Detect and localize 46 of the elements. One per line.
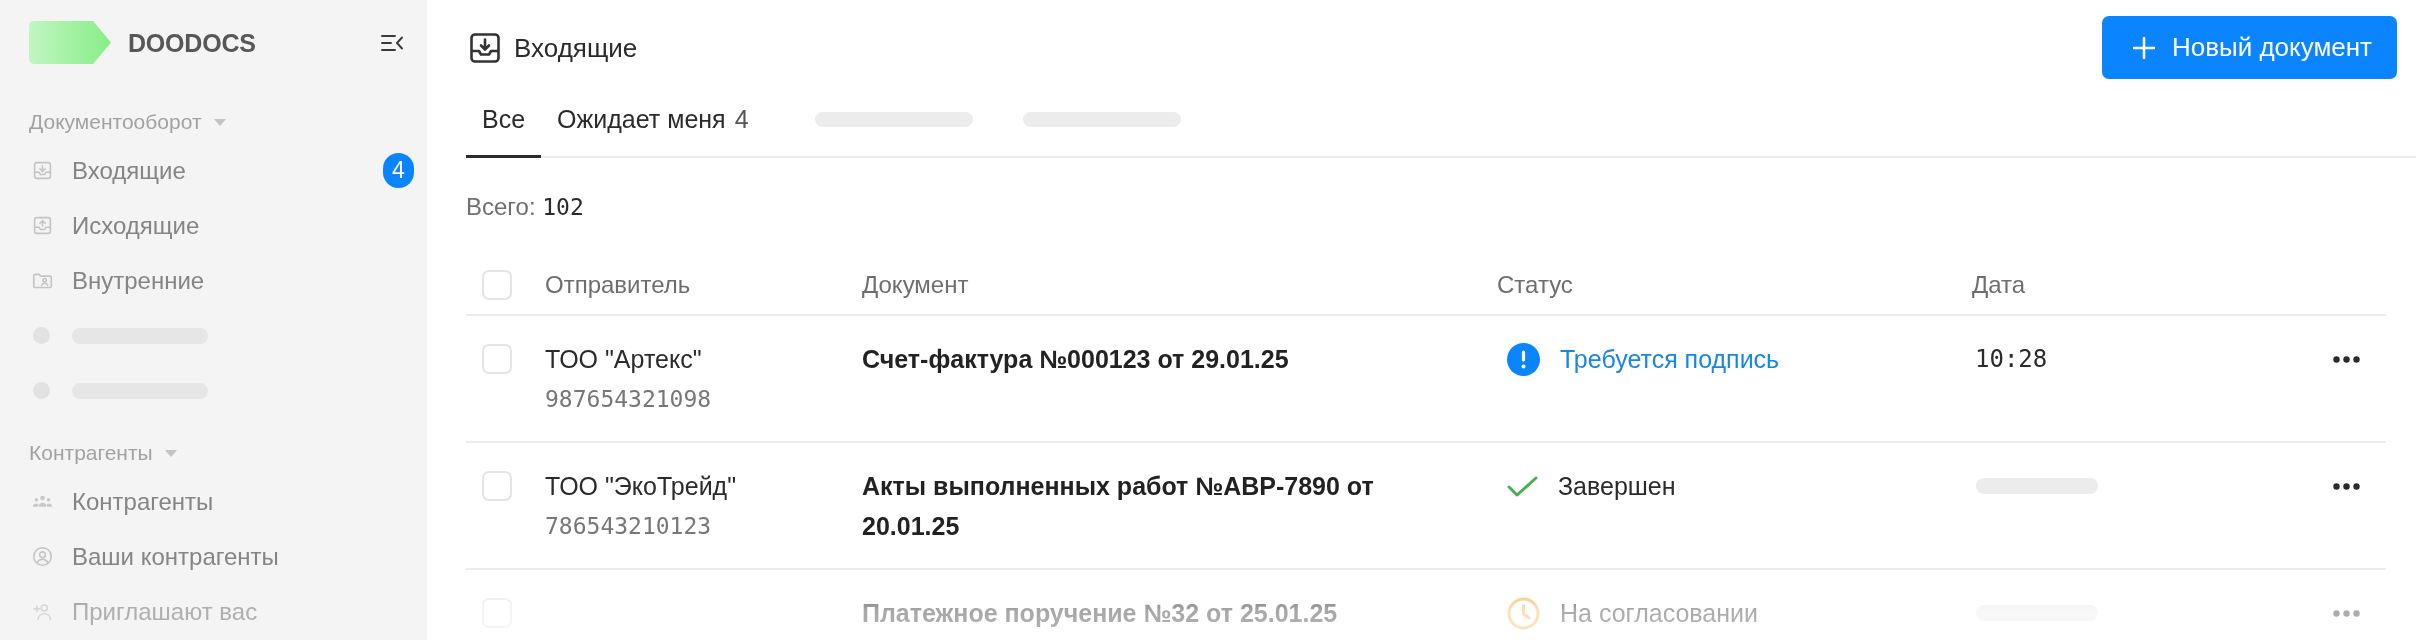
- row-checkbox[interactable]: [482, 344, 512, 374]
- sender-name: ТОО "Артекс": [545, 344, 702, 375]
- menu-collapse-icon[interactable]: [381, 33, 403, 52]
- sidebar-item[interactable]: Входящие: [29, 155, 186, 186]
- plus-icon: [2132, 36, 2155, 59]
- tab[interactable]: Ожидает меня 4: [541, 90, 765, 158]
- sender-id: 786543210123: [545, 512, 712, 541]
- sidebar-item[interactable]: Приглашают вас: [29, 596, 258, 627]
- section-header[interactable]: Документооборот: [29, 107, 226, 137]
- sidebar-item[interactable]: Ваши контрагенты: [29, 541, 279, 572]
- sidebar-item[interactable]: Контрагенты: [29, 486, 214, 517]
- status-label: На согласовании: [1560, 598, 1758, 629]
- logo-icon: [29, 21, 111, 64]
- count-badge: 4: [383, 153, 414, 188]
- row-checkbox[interactable]: [482, 471, 512, 501]
- column-header: Статус: [1497, 270, 1573, 298]
- status-label: Завершен: [1558, 471, 1676, 502]
- inbox-icon: [32, 160, 53, 181]
- column-header: Отправитель: [545, 270, 691, 298]
- logo-text: DOODOCS: [128, 27, 256, 58]
- sender-name: ТОО "ЭкоТрейд": [545, 471, 737, 502]
- alert-icon: [1507, 342, 1540, 376]
- status-label: Требуется подпись: [1560, 344, 1780, 375]
- section-header[interactable]: Контрагенты: [29, 438, 177, 468]
- select-all-checkbox[interactable]: [482, 269, 512, 300]
- outbox-icon: [32, 215, 53, 236]
- user-circle-icon: [32, 546, 53, 567]
- sidebar-item[interactable]: Внутренние: [29, 265, 205, 296]
- column-header: Документ: [862, 270, 969, 298]
- add-user-icon: [32, 601, 53, 622]
- sender-id: 987654321098: [545, 385, 712, 414]
- more-icon[interactable]: [2333, 482, 2360, 490]
- inbox-icon: [470, 32, 500, 63]
- date-text: 10:28: [1975, 344, 2048, 375]
- tab[interactable]: Все: [466, 90, 542, 158]
- document-title: Счет-фактура №000123 от 29.01.25: [862, 345, 1289, 373]
- clock-icon: [1507, 596, 1540, 630]
- page-title: Входящие: [514, 31, 638, 64]
- total-count: Всего: 102: [466, 192, 584, 222]
- document-title: Платежное поручение №32 от 25.01.25: [862, 599, 1338, 627]
- column-header: Дата: [1972, 270, 2026, 298]
- sidebar-item[interactable]: Исходящие: [29, 210, 200, 241]
- document-title: Акты выполненных работ №АВР-7890 от 20.01.25: [862, 472, 1374, 540]
- more-icon[interactable]: [2333, 355, 2360, 363]
- check-icon: [1507, 474, 1538, 498]
- new-document-button[interactable]: Новый документ: [2101, 16, 2397, 79]
